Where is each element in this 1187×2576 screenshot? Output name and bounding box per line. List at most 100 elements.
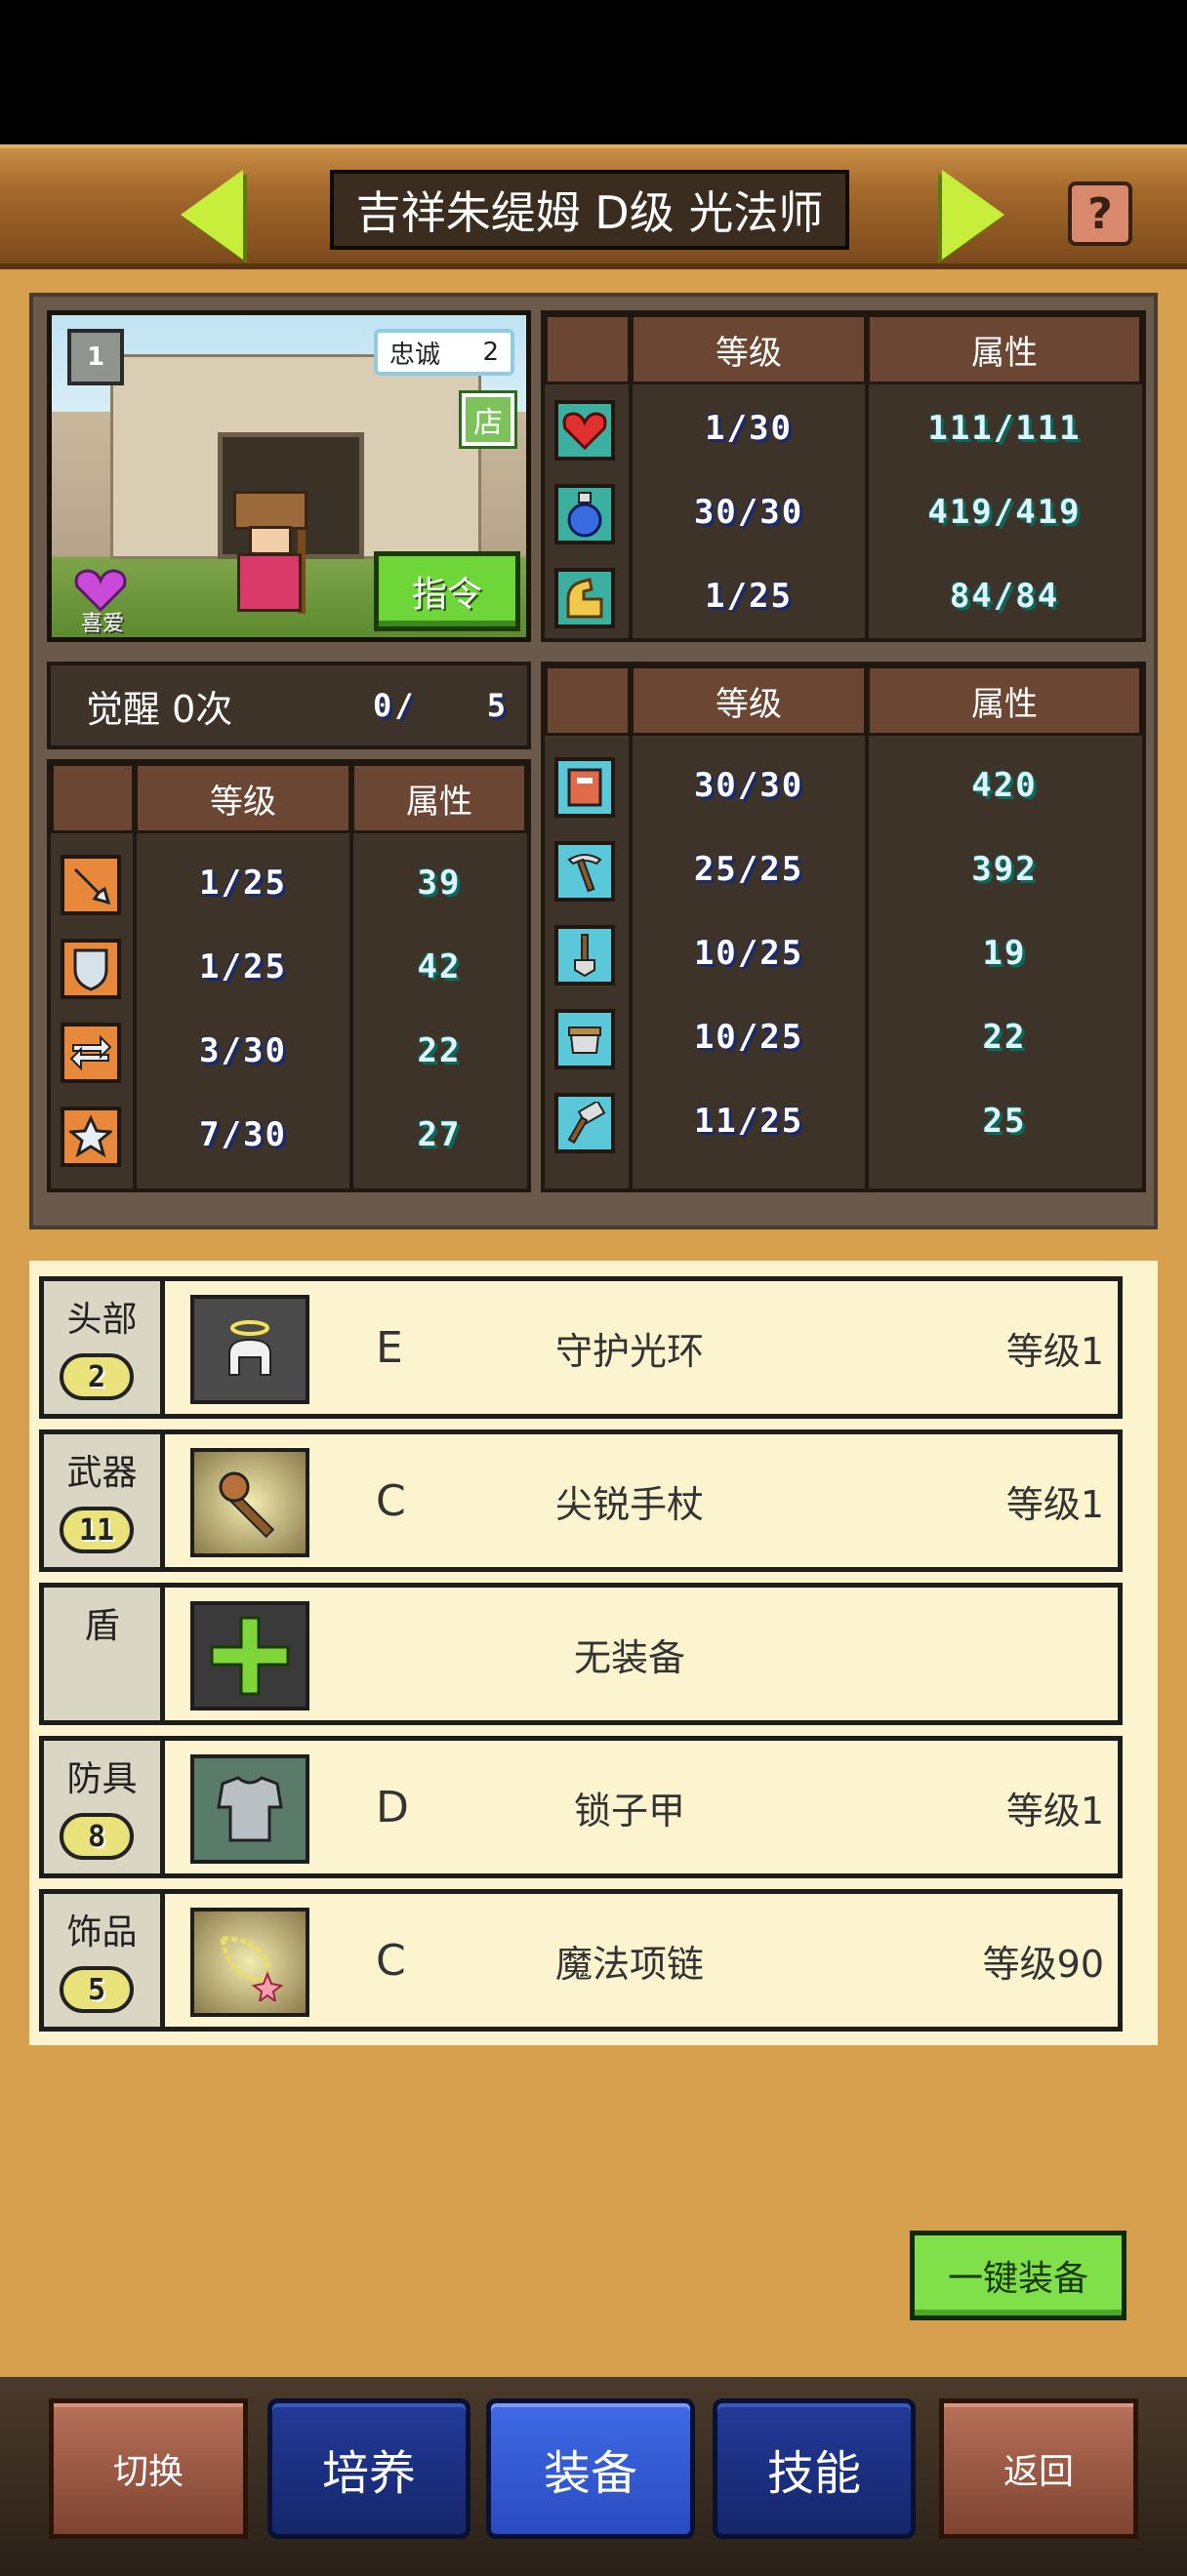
defense-level: 1/25 (199, 947, 287, 986)
combat-stats-table: 等级 属性 1/25 39 1/25 42 3/30 22 7/30 27 (47, 759, 531, 1192)
mining-value: 392 (971, 850, 1038, 889)
luck-level: 7/30 (199, 1115, 287, 1154)
work-header-icon-col (545, 665, 631, 736)
speed-level: 3/30 (199, 1031, 287, 1070)
equip-rank: C (376, 1475, 406, 1526)
work-row-mining: 25/25 392 (545, 827, 1142, 911)
nav-train-tab[interactable]: 培养 (267, 2398, 471, 2539)
speed-arrows-icon (61, 1023, 121, 1083)
nav-switch-button[interactable]: 切换 (49, 2398, 248, 2539)
attack-value: 39 (417, 864, 462, 903)
slot-count-badge: 2 (60, 1353, 134, 1400)
slot-label-head: 头部 2 (44, 1281, 165, 1414)
study-value: 420 (971, 766, 1038, 805)
awakening-progress: 0/ (373, 687, 417, 724)
slot-label-accessory: 饰品 5 (44, 1894, 165, 2027)
awakening-max: 5 (486, 687, 506, 724)
card-rank-icon: 1 (67, 329, 124, 385)
slot-label-armor: 防具 8 (44, 1741, 165, 1873)
combat-header-attribute: 属性 (351, 763, 527, 833)
equip-row-weapon[interactable]: 武器 11 C 尖锐手杖 等级1 (39, 1429, 1123, 1572)
book-icon (554, 757, 615, 818)
work-row-cooking: 10/25 22 (545, 995, 1142, 1079)
pot-icon (554, 1009, 615, 1069)
slot-label-weapon: 武器 11 (44, 1434, 165, 1567)
equip-rank: E (376, 1322, 403, 1373)
combat-row-luck: 7/30 27 (51, 1093, 527, 1177)
header: 吉祥朱缇姆 D级 光法师 ? (0, 144, 1187, 269)
vitals-row-mp: 30/30 419/419 (545, 470, 1142, 554)
hammer-icon (554, 1093, 615, 1153)
mining-level: 25/25 (693, 850, 804, 889)
combat-row-attack: 1/25 39 (51, 841, 527, 925)
work-row-smithing: 11/25 25 (545, 1079, 1142, 1163)
equip-level: 等级1 (1005, 1329, 1104, 1373)
slot-label-shield: 盾 (44, 1588, 165, 1720)
loyalty-value: 2 (482, 338, 499, 367)
slot-count-badge: 11 (60, 1507, 134, 1553)
digging-value: 19 (982, 934, 1027, 973)
study-level: 30/30 (693, 766, 804, 805)
shop-icon[interactable]: 店 (462, 393, 514, 446)
combat-header-icon-col (51, 763, 135, 833)
vitals-header-icon-col (545, 314, 631, 384)
awakening-bar: 觉醒 0次 0/ 5 (47, 662, 531, 749)
speed-value: 22 (417, 1031, 462, 1070)
nav-equip-tab[interactable]: 装备 (486, 2398, 695, 2539)
hp-value: 111/111 (927, 409, 1082, 448)
slot-count-badge: 8 (60, 1813, 134, 1860)
work-header-attribute: 属性 (867, 665, 1142, 736)
staff-icon (190, 1448, 309, 1557)
plus-icon[interactable] (190, 1601, 309, 1711)
cooking-level: 10/25 (693, 1018, 804, 1057)
nav-skill-tab[interactable]: 技能 (713, 2398, 916, 2539)
vitals-table: 等级 属性 1/30 111/111 30/30 419/419 1/25 84… (541, 310, 1146, 642)
main-area: 1 忠诚 2 店 喜爱 指令 等级 属性 1/30 111/111 30/30 … (0, 269, 1187, 2377)
mp-level: 30/30 (693, 493, 804, 532)
equip-level: 等级1 (1005, 1789, 1104, 1832)
combat-header-level: 等级 (135, 763, 351, 833)
necklace-icon (190, 1908, 309, 2017)
equip-row-accessory[interactable]: 饰品 5 C 魔法项链 等级90 (39, 1889, 1123, 2032)
next-character-arrow-icon[interactable] (942, 170, 1004, 260)
stamina-level: 1/25 (705, 577, 793, 616)
equip-level: 等级1 (1005, 1482, 1104, 1526)
equip-row-head[interactable]: 头部 2 E 守护光环 等级1 (39, 1276, 1123, 1419)
like-label: 喜爱 (80, 612, 124, 636)
equip-level: 等级90 (982, 1942, 1104, 1986)
hp-level: 1/30 (705, 409, 793, 448)
equipment-panel: 头部 2 E 守护光环 等级1 武器 11 C 尖锐手杖 等级1 盾 无装备 防… (29, 1261, 1158, 2045)
smithing-level: 11/25 (693, 1102, 804, 1141)
work-row-digging: 10/25 19 (545, 911, 1142, 995)
nav-back-button[interactable]: 返回 (939, 2398, 1138, 2539)
auto-equip-button[interactable]: 一键装备 (910, 2231, 1126, 2320)
chainmail-icon (190, 1754, 309, 1864)
vitals-header-level: 等级 (631, 314, 867, 384)
awakening-label: 觉醒 0次 (86, 687, 233, 731)
slot-count-badge: 5 (60, 1966, 134, 2013)
status-bar-area (0, 0, 1187, 144)
character-portrait: 1 忠诚 2 店 喜爱 指令 (47, 310, 531, 642)
equip-rank: C (376, 1935, 406, 1986)
command-button[interactable]: 指令 (374, 551, 520, 631)
work-stats-table: 等级 属性 30/30 420 25/25 392 10/25 19 10/25… (541, 662, 1146, 1192)
equip-name: 锁子甲 (573, 1789, 685, 1832)
halo-icon (190, 1295, 309, 1404)
character-sprite (229, 491, 313, 618)
shovel-icon (554, 925, 615, 986)
smithing-value: 25 (982, 1102, 1027, 1141)
heart-icon (554, 400, 615, 461)
star-icon (61, 1107, 121, 1167)
equip-rank: D (376, 1782, 409, 1832)
combat-row-speed: 3/30 22 (51, 1009, 527, 1093)
prev-character-arrow-icon[interactable] (181, 170, 243, 260)
character-title: 吉祥朱缇姆 D级 光法师 (330, 170, 849, 250)
equip-row-shield[interactable]: 盾 无装备 (39, 1583, 1123, 1725)
help-button[interactable]: ? (1068, 181, 1132, 246)
cooking-value: 22 (982, 1018, 1027, 1057)
equip-row-armor[interactable]: 防具 8 D 锁子甲 等级1 (39, 1736, 1123, 1878)
loyalty-badge: 忠诚 2 (374, 329, 514, 376)
defense-value: 42 (417, 947, 462, 986)
equip-name: 魔法项链 (554, 1942, 704, 1986)
vitals-header-attribute: 属性 (867, 314, 1142, 384)
